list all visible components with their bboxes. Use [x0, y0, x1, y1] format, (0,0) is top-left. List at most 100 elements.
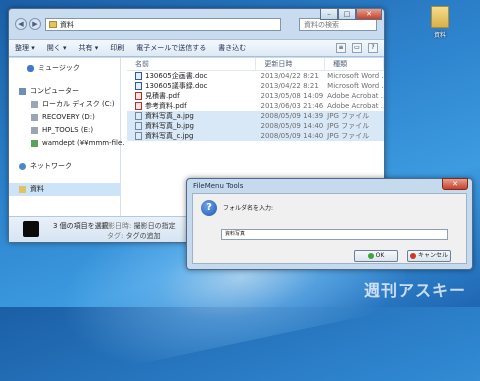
desktop-folder-label: 資料 [433, 32, 446, 39]
desktop-folder-icon[interactable]: 資料 [430, 6, 450, 39]
shot-date-row: 撮影日時: 撮影日の指定 [101, 221, 176, 231]
word-file-icon [135, 82, 142, 90]
file-name: 見積書.pdf [145, 92, 180, 100]
selection-thumbnail [23, 221, 39, 237]
folder-icon [431, 6, 449, 28]
back-button[interactable]: ◀ [15, 18, 27, 30]
pdf-file-icon [135, 92, 142, 100]
drive-icon [31, 126, 38, 134]
network-icon [19, 162, 26, 170]
file-list-header: 名前 更新日時 種類 [127, 58, 385, 71]
nav-label: ミュージック [38, 64, 80, 72]
command-bar: 整理 ▾ 開く ▾ 共有 ▾ 印刷 電子メールで送信する 書き込む ≡ ▭ ? [9, 39, 384, 57]
file-row-selected[interactable]: 資料写真_a.jpg 2008/05/09 14:39 JPG ファイル [127, 111, 384, 121]
address-bar[interactable]: 資料 [45, 18, 281, 31]
preview-pane-icon[interactable]: ▭ [352, 43, 362, 53]
column-type[interactable]: 種類 [325, 58, 385, 70]
cancel-icon [409, 252, 416, 259]
dialog-title: FileMenu Tools [193, 182, 244, 190]
music-icon [27, 64, 34, 72]
file-row-selected[interactable]: 資料写真_c.jpg 2008/05/09 14:40 JPG ファイル [127, 131, 384, 141]
check-icon [367, 252, 374, 259]
view-options-icon[interactable]: ≡ [336, 43, 346, 53]
file-date: 2008/05/09 14:40 [260, 132, 324, 140]
nav-item-computer[interactable]: コンピューター [9, 85, 120, 98]
file-name: 資料写真_c.jpg [145, 132, 194, 140]
print-button[interactable]: 印刷 [110, 43, 124, 53]
file-type: Adobe Acrobat ... [327, 102, 384, 110]
file-type: JPG ファイル [327, 122, 370, 130]
explorer-titlebar: ◀ ▶ 資料 資料の検索 – □ ✕ [9, 8, 384, 39]
file-row[interactable]: 参考資料.pdf 2013/06/03 21:46 Adobe Acrobat … [127, 101, 384, 111]
column-name[interactable]: 名前 [127, 58, 257, 70]
dialog-close-button[interactable]: ✕ [442, 178, 468, 190]
window-controls: – □ ✕ [320, 8, 382, 20]
tag-value[interactable]: タグの追加 [126, 232, 161, 240]
forward-button[interactable]: ▶ [29, 18, 41, 30]
help-icon[interactable]: ? [368, 43, 378, 53]
folder-icon [49, 21, 57, 28]
maximize-button[interactable]: □ [338, 8, 356, 20]
view-controls: ≡ ▭ ? [336, 43, 378, 53]
image-file-icon [135, 122, 142, 130]
file-date: 2008/05/09 14:39 [260, 112, 324, 120]
file-date: 2013/05/08 14:09 [260, 92, 324, 100]
burn-button[interactable]: 書き込む [218, 43, 246, 53]
ok-label: OK [375, 252, 385, 259]
file-date: 2013/04/22 8:21 [260, 72, 319, 80]
file-date: 2008/05/09 14:40 [260, 122, 324, 130]
file-type: Adobe Acrobat ... [327, 92, 384, 100]
shot-date-label: 撮影日時: [101, 222, 132, 230]
file-row[interactable]: 見積書.pdf 2013/05/08 14:09 Adobe Acrobat .… [127, 91, 384, 101]
navigation-pane: ミュージック コンピューター ローカル ディスク (C:) RECOVERY (… [9, 58, 125, 216]
nav-label: コンピューター [30, 87, 79, 95]
cancel-label: キャンセル [417, 252, 448, 259]
shot-date-value[interactable]: 撮影日の指定 [134, 222, 176, 230]
image-file-icon [135, 132, 142, 140]
drive-icon [31, 113, 38, 121]
folder-icon [19, 185, 26, 193]
column-date[interactable]: 更新日時 [256, 58, 326, 70]
file-name: 130605企画書.doc [145, 72, 208, 80]
cancel-button[interactable]: キャンセル [407, 250, 451, 262]
pdf-file-icon [135, 102, 142, 110]
nav-item-local-disk[interactable]: ローカル ディスク (C:) [9, 98, 120, 111]
nav-label: ローカル ディスク (C:) [42, 100, 115, 108]
word-file-icon [135, 72, 142, 80]
nav-label: 資料 [30, 185, 44, 193]
watermark: 週刊アスキー [363, 281, 466, 300]
dialog-prompt: フォルダ名を入力: [223, 205, 274, 212]
file-name: 130605議事録.doc [145, 82, 208, 90]
file-row-selected[interactable]: 資料写真_b.jpg 2008/05/09 14:40 JPG ファイル [127, 121, 384, 131]
file-row[interactable]: 130605議事録.doc 2013/04/22 8:21 Microsoft … [127, 81, 384, 91]
nav-item-music[interactable]: ミュージック [9, 62, 120, 75]
open-button[interactable]: 開く ▾ [47, 43, 67, 53]
nav-item-hp-tools[interactable]: HP_TOOLS (E:) [9, 124, 120, 137]
file-name: 参考資料.pdf [145, 102, 187, 110]
file-row[interactable]: 130605企画書.doc 2013/04/22 8:21 Microsoft … [127, 71, 384, 81]
drive-icon [31, 100, 38, 108]
tag-row: タグ: タグの追加 [107, 231, 161, 241]
nav-item-network[interactable]: ネットワーク [9, 160, 120, 173]
close-button[interactable]: ✕ [356, 8, 382, 20]
ok-button[interactable]: OK [354, 250, 398, 262]
email-button[interactable]: 電子メールで送信する [136, 43, 206, 53]
filemenu-dialog: FileMenu Tools ✕ ? フォルダ名を入力: 資料写真 OK キャン… [186, 178, 473, 270]
dialog-content: ? フォルダ名を入力: 資料写真 OK キャンセル [192, 193, 467, 264]
nav-item-folder[interactable]: 資料 [9, 183, 120, 196]
nav-item-recovery[interactable]: RECOVERY (D:) [9, 111, 120, 124]
file-date: 2013/06/03 21:46 [260, 102, 324, 110]
computer-icon [19, 87, 26, 95]
file-type: Microsoft Word ... [327, 72, 384, 80]
file-type: Microsoft Word ... [327, 82, 384, 90]
share-button[interactable]: 共有 ▾ [79, 43, 99, 53]
network-drive-icon [31, 139, 38, 147]
breadcrumb: 資料 [60, 21, 74, 29]
nav-item-network-drive[interactable]: wamdept (¥¥mmm-file. [9, 137, 125, 150]
file-name: 資料写真_a.jpg [145, 112, 194, 120]
tag-label: タグ: [107, 232, 124, 240]
folder-name-input[interactable]: 資料写真 [221, 229, 448, 240]
organize-button[interactable]: 整理 ▾ [15, 43, 35, 53]
image-file-icon [135, 112, 142, 120]
minimize-button[interactable]: – [320, 8, 338, 20]
